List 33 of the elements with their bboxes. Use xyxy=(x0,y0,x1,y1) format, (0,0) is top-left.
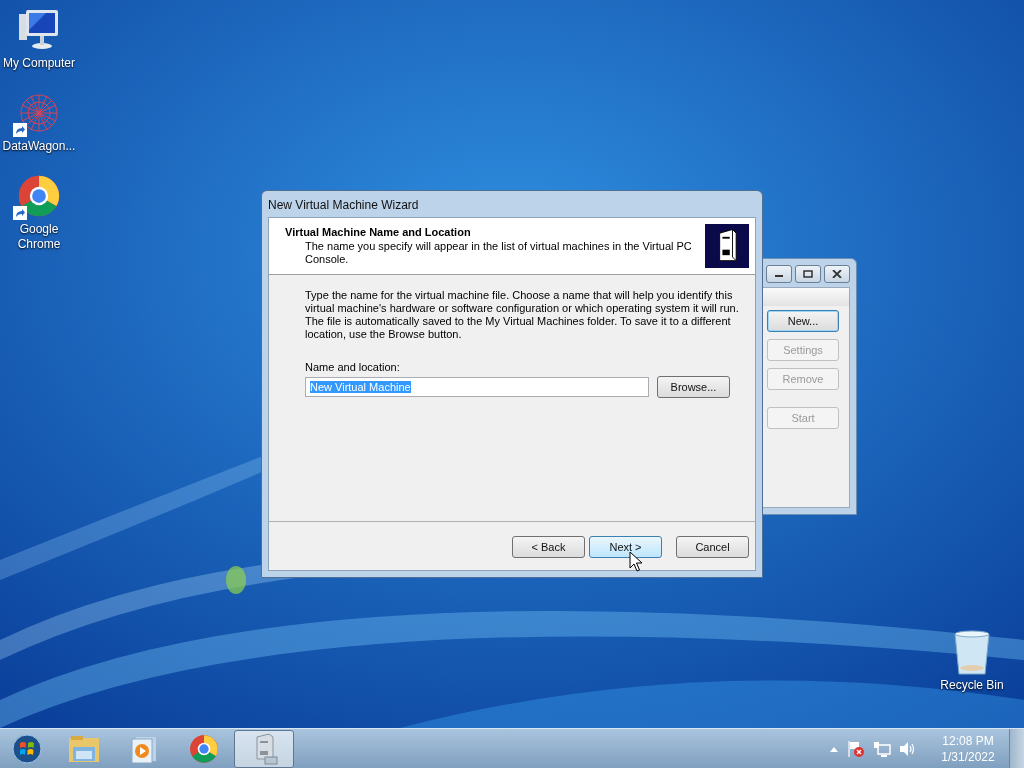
wizard-button[interactable]: < Back xyxy=(512,536,585,558)
minimize-button[interactable] xyxy=(766,265,792,283)
field-label: Name and location: xyxy=(305,361,401,373)
speaker-icon[interactable] xyxy=(899,741,917,757)
icon-label[interactable]: My Computer xyxy=(2,56,76,71)
server-icon xyxy=(705,222,749,270)
maximize-button[interactable] xyxy=(795,265,821,283)
wizard-button[interactable]: Cancel xyxy=(676,536,749,558)
network-icon[interactable] xyxy=(873,741,891,757)
icon-label[interactable]: Google Chrome xyxy=(2,222,76,252)
folder-icon xyxy=(68,735,100,763)
window-title: New Virtual Machine Wizard xyxy=(267,197,420,214)
step-description: The name you specify will appear in the list of virtual machines in the Virtual PC Console. xyxy=(304,240,693,266)
icon-label[interactable]: Recycle Bin xyxy=(922,678,1022,693)
close-button[interactable] xyxy=(824,265,850,283)
console-button[interactable]: New... xyxy=(767,310,839,332)
chrome-icon xyxy=(189,734,219,764)
browse-button[interactable]: Browse... xyxy=(657,376,730,398)
taskbar-button[interactable] xyxy=(234,730,294,768)
close-icon xyxy=(832,270,842,278)
cursor-icon xyxy=(629,551,643,573)
icon-label[interactable]: DataWagon... xyxy=(2,139,76,154)
recycle-bin-icon xyxy=(953,630,991,676)
chrome-icon xyxy=(17,174,61,218)
maximize-icon xyxy=(803,270,813,278)
wizard-button[interactable]: Next > xyxy=(589,536,662,558)
show-desktop-button[interactable] xyxy=(1009,729,1024,768)
instructions-text: Type the name for the virtual machine file. Choose a name that will help you identify this virtual machine's hardware or software configuration or which operating system it will run. The file is automatically saved to the My Virtual Machines folder. To save it to a different location, use the Browse button. xyxy=(305,289,740,341)
flag-error-icon[interactable] xyxy=(847,740,865,758)
media-player-icon xyxy=(131,735,157,763)
network-graph-icon xyxy=(17,91,61,135)
show-hidden-icons-icon[interactable] xyxy=(829,746,839,752)
step-heading: Virtual Machine Name and Location xyxy=(285,226,472,238)
